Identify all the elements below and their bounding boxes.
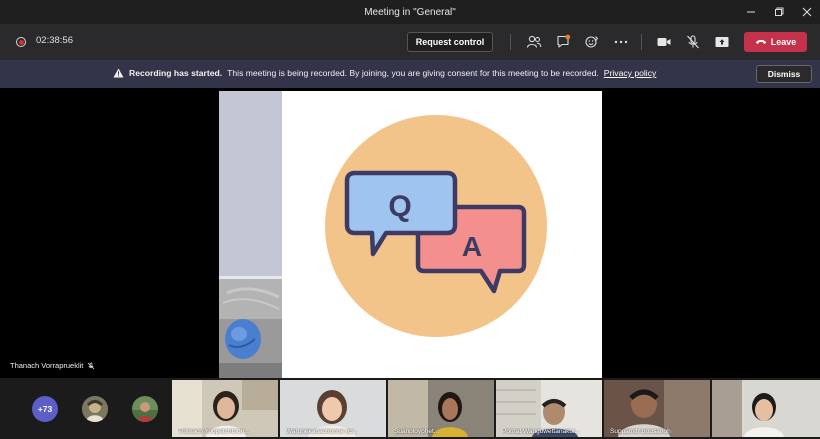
warning-icon	[113, 68, 124, 78]
recording-indicator-icon	[16, 37, 26, 47]
participant-name: Thitirach Yoopetchthon...	[178, 428, 250, 435]
participant-video-tile[interactable]	[712, 380, 820, 437]
qa-speech-bubbles-icon: Q A	[344, 170, 527, 294]
participant-avatar[interactable]	[132, 396, 158, 422]
microphone-muted-icon[interactable]	[684, 33, 702, 51]
participant-gallery: +73 Thitirach Yoopetchthon... Warunekana…	[0, 378, 820, 439]
qa-letter-q: Q	[388, 190, 411, 223]
microphone-muted-icon	[88, 362, 95, 369]
camera-icon[interactable]	[655, 33, 673, 51]
participant-video-tile[interactable]: Warunekanachonoe (G...	[280, 380, 386, 437]
participant-name: Pornat Wanguwettanakul...	[502, 428, 580, 435]
recording-banner-content: Recording has started. This meeting is b…	[113, 68, 656, 78]
share-screen-icon[interactable]	[713, 33, 731, 51]
participant-video-tile[interactable]: Thitirach Yoopetchthon...	[172, 380, 278, 437]
toolbar-divider	[510, 34, 511, 50]
window-controls	[744, 0, 814, 24]
shared-screen-sidebar	[219, 91, 282, 276]
recording-banner-message: This meeting is being recorded. By joini…	[227, 68, 599, 78]
shared-screen-thumbnail	[219, 279, 282, 378]
more-participants-badge[interactable]: +73	[32, 396, 58, 422]
window-titlebar: Meeting in "General"	[0, 0, 820, 24]
participant-name: Suppamitr Bousanoh	[610, 428, 671, 435]
participant-avatar[interactable]	[82, 396, 108, 422]
participant-video-tile[interactable]: Suppamitr Bousanoh	[604, 380, 710, 437]
meeting-stage: Q A Thanach Vorraprueklit	[0, 88, 820, 378]
privacy-policy-link[interactable]: Privacy policy	[604, 68, 657, 78]
restore-icon[interactable]	[772, 5, 786, 19]
reactions-icon[interactable]	[583, 33, 601, 51]
leave-button-label: Leave	[770, 37, 797, 47]
meeting-timer: 02:38:56	[36, 35, 73, 46]
chat-icon[interactable]	[554, 33, 572, 51]
leave-button[interactable]: Leave	[744, 32, 807, 52]
recording-banner-heading: Recording has started.	[129, 68, 223, 78]
window-title: Meeting in "General"	[364, 6, 456, 18]
participant-video-tile[interactable]: Suanployphet...	[388, 380, 494, 437]
request-control-button[interactable]: Request control	[407, 32, 493, 52]
dismiss-button[interactable]: Dismiss	[756, 65, 812, 83]
shared-screen[interactable]: Q A	[219, 91, 602, 378]
participant-video-tile[interactable]: Pornat Wanguwettanakul...	[496, 380, 602, 437]
participant-name: Suanployphet...	[394, 428, 440, 435]
hang-up-icon	[755, 40, 766, 44]
meeting-toolbar: 02:38:56 Request control Leave	[0, 24, 820, 60]
presenter-name-label: Thanach Vorraprueklit	[10, 361, 95, 370]
recording-banner: Recording has started. This meeting is b…	[0, 60, 820, 88]
close-icon[interactable]	[800, 5, 814, 19]
presenter-name: Thanach Vorraprueklit	[10, 361, 84, 370]
participants-icon[interactable]	[525, 33, 543, 51]
participant-name: Warunekanachonoe (G...	[286, 428, 359, 435]
toolbar-divider	[641, 34, 642, 50]
minimize-icon[interactable]	[744, 5, 758, 19]
qa-letter-a: A	[462, 231, 482, 262]
more-options-icon[interactable]	[612, 33, 630, 51]
